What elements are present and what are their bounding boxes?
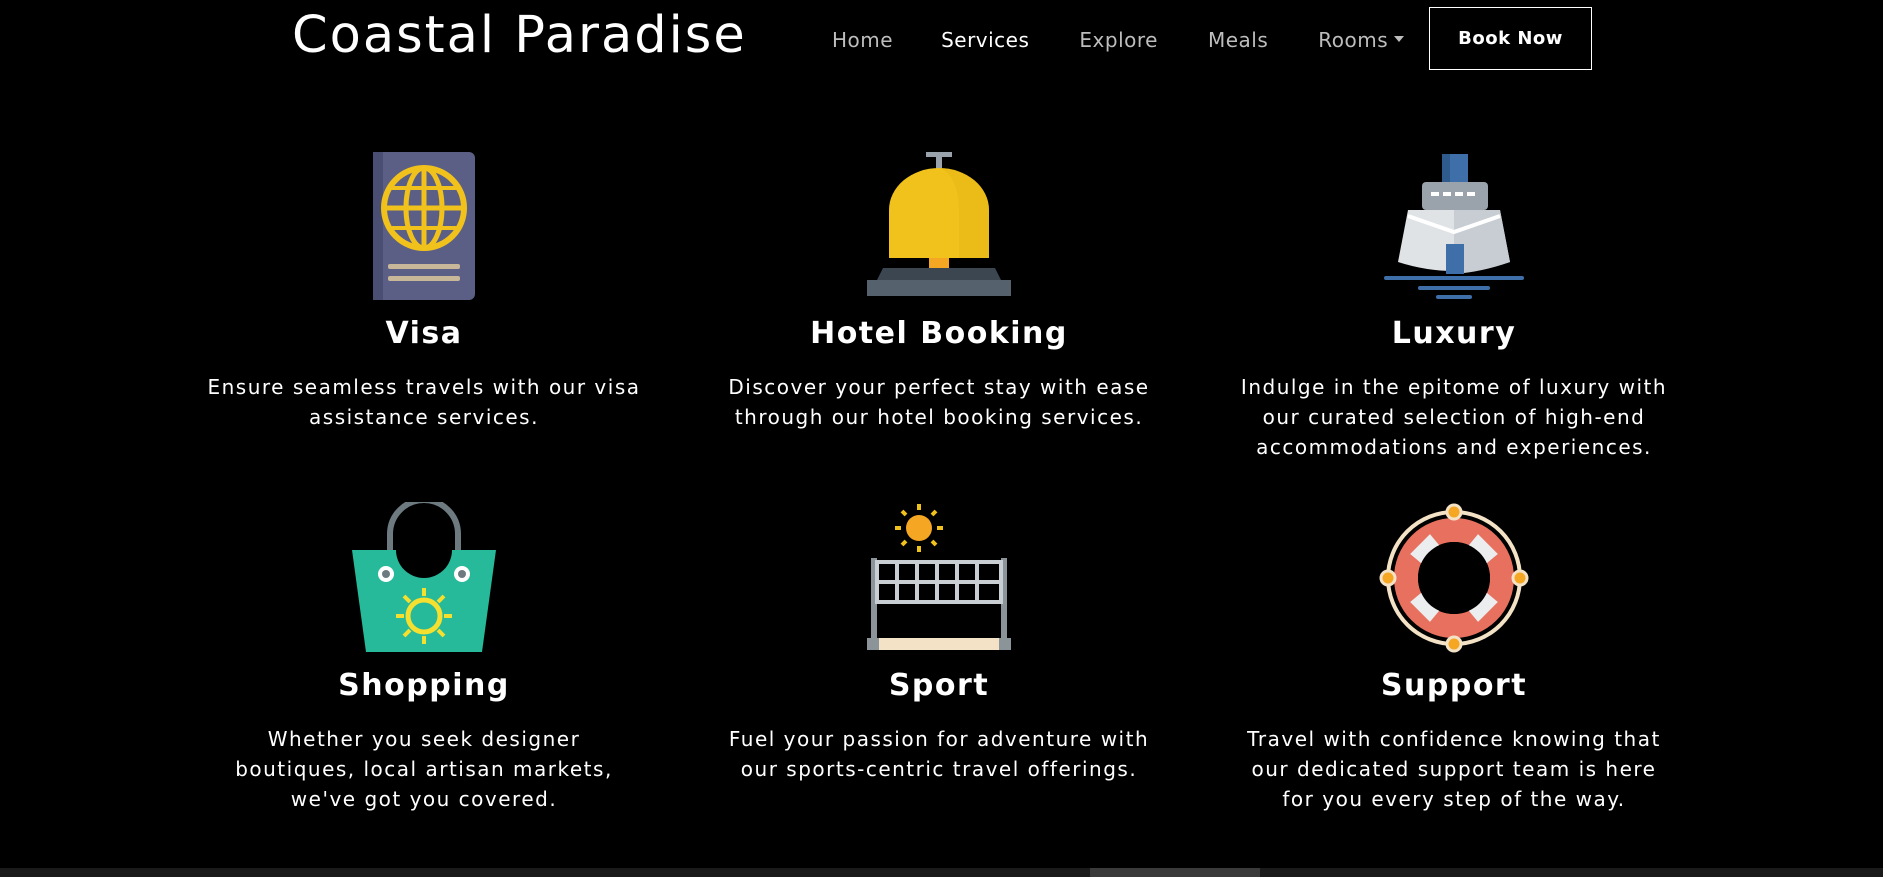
footer-strip	[0, 868, 1883, 877]
footer-background-image	[1090, 868, 1260, 877]
service-bell-icon	[867, 152, 1011, 296]
nav-services[interactable]: Services	[941, 28, 1029, 52]
chevron-down-icon	[1394, 35, 1405, 42]
service-description: Fuel your passion for adventure with our…	[728, 727, 1150, 781]
nav-explore[interactable]: Explore	[1079, 28, 1158, 52]
service-title: Support	[1380, 668, 1528, 703]
passport-icon	[373, 152, 475, 300]
book-now-button[interactable]: Book Now	[1429, 7, 1592, 70]
service-description: Discover your perfect stay with ease thr…	[728, 375, 1150, 429]
brand-logo[interactable]: Coastal Paradise	[292, 6, 747, 65]
service-description: Travel with confidence knowing that our …	[1247, 727, 1661, 811]
nav-home[interactable]: Home	[832, 28, 893, 52]
service-title: Hotel Booking	[810, 316, 1068, 351]
service-card-visa: Visa Ensure seamless travels with our vi…	[174, 150, 674, 432]
nav-rooms-dropdown[interactable]: Rooms	[1318, 28, 1405, 52]
nav-rooms-label: Rooms	[1318, 28, 1389, 52]
volleyball-net-icon	[867, 504, 1011, 650]
service-card-support: Support Travel with confidence knowing t…	[1204, 502, 1704, 814]
service-description: Ensure seamless travels with our visa as…	[207, 375, 641, 429]
service-description: Indulge in the epitome of luxury with ou…	[1240, 375, 1668, 459]
nav-links: Home Services Explore Meals Rooms	[832, 28, 1405, 52]
service-card-luxury: Luxury Indulge in the epitome of luxury …	[1204, 150, 1704, 462]
cruise-ship-icon	[1384, 154, 1524, 299]
service-card-sport: Sport Fuel your passion for adventure wi…	[689, 502, 1189, 784]
service-title: Shopping	[338, 668, 510, 703]
service-title: Sport	[888, 668, 990, 703]
service-title: Luxury	[1391, 316, 1517, 351]
service-title: Visa	[385, 316, 463, 351]
service-card-shopping: Shopping Whether you seek designer bouti…	[174, 502, 674, 814]
service-description: Whether you seek designer boutiques, loc…	[235, 727, 613, 811]
lifebuoy-icon	[1379, 503, 1529, 653]
navbar: Coastal Paradise Home Services Explore M…	[0, 0, 1883, 80]
shopping-bag-icon	[352, 502, 496, 652]
nav-meals[interactable]: Meals	[1208, 28, 1268, 52]
service-card-hotel-booking: Hotel Booking Discover your perfect stay…	[689, 150, 1189, 432]
